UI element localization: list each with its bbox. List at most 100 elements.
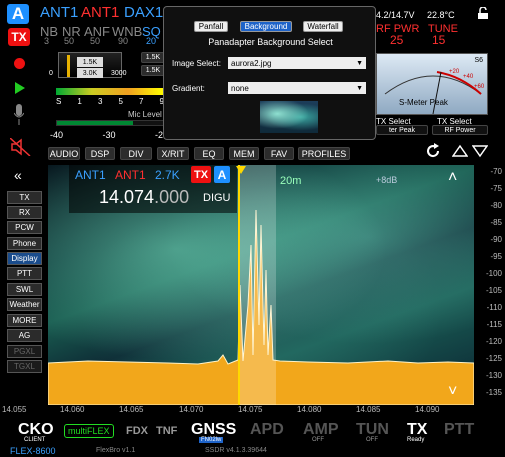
- chevron-down-icon: ▼: [356, 84, 363, 92]
- microphone-icon[interactable]: [13, 104, 25, 126]
- tab-panfall[interactable]: Panfall: [194, 21, 228, 32]
- db-label: -130: [485, 371, 502, 380]
- side-rx[interactable]: RX: [7, 206, 42, 219]
- menu-mem[interactable]: MEM: [229, 147, 259, 160]
- filter-max-label: 3000: [111, 70, 127, 77]
- freq-axis-label: 14.070: [179, 405, 204, 414]
- cko-sub: CLIENT: [24, 437, 46, 443]
- tab-background[interactable]: Background: [240, 21, 292, 32]
- mic-scale-40: -40: [50, 130, 64, 140]
- refresh-icon[interactable]: [425, 143, 441, 159]
- multiflex-badge[interactable]: multiFLEX: [64, 424, 114, 438]
- meter-select-2[interactable]: RF Power: [432, 125, 488, 135]
- side-ptt[interactable]: PTT: [7, 267, 42, 280]
- slice-a-badge[interactable]: A: [7, 4, 29, 24]
- slice-letter-badge[interactable]: A: [214, 166, 230, 183]
- filter-anf-value: 50: [90, 36, 101, 46]
- side-display[interactable]: Display: [7, 252, 42, 265]
- filter-nb[interactable]: NB: [40, 24, 58, 39]
- ant-rx-label[interactable]: ANT1: [40, 4, 78, 21]
- db-label: -120: [485, 337, 502, 346]
- mic-level-bar: [56, 120, 164, 126]
- zoom-label: 20m: [280, 175, 302, 187]
- slice-ant-tx[interactable]: ANT1: [115, 168, 146, 182]
- filter-sq-value: 20: [146, 36, 157, 46]
- menu-audio[interactable]: AUDIO: [48, 147, 80, 160]
- fdx-status[interactable]: FDX: [126, 425, 148, 437]
- temperature-readout: 22.8°C: [427, 10, 455, 20]
- freq-axis-label: 14.060: [60, 405, 85, 414]
- band-up-icon[interactable]: [451, 144, 469, 158]
- side-tx[interactable]: TX: [7, 191, 42, 204]
- tab-waterfall[interactable]: Waterfall: [303, 21, 343, 32]
- side-tgxl[interactable]: TGXL: [7, 360, 42, 373]
- db-label: -100: [485, 269, 502, 278]
- app-version: FlexBro v1.1: [96, 447, 136, 454]
- tnf-status[interactable]: TNF: [156, 425, 177, 437]
- slice-bandwidth[interactable]: 2.7K: [155, 168, 180, 182]
- meter-select-1[interactable]: ter Peak: [376, 125, 428, 135]
- agc-button-2[interactable]: 1.5K: [141, 65, 165, 76]
- play-icon[interactable]: [15, 82, 25, 94]
- slice-frequency[interactable]: 14.074.000: [99, 187, 189, 208]
- db-label: -115: [486, 320, 502, 329]
- gradient-dropdown[interactable]: none ▼: [228, 82, 366, 94]
- db-label: -80: [490, 201, 502, 210]
- side-more[interactable]: MORE: [7, 314, 42, 327]
- rx-filter-passband[interactable]: [240, 165, 276, 405]
- lock-icon[interactable]: [478, 6, 488, 19]
- menu-profiles[interactable]: PROFILES: [298, 147, 350, 160]
- speaker-muted-icon[interactable]: [9, 137, 32, 157]
- band-down-icon[interactable]: [471, 144, 489, 158]
- db-label: -110: [486, 303, 502, 312]
- filter-low-box: 1.5K: [77, 57, 103, 67]
- tx-sub: Ready: [407, 437, 425, 443]
- side-pcw[interactable]: PCW: [7, 221, 42, 234]
- tune-power-value[interactable]: 15: [432, 33, 445, 47]
- side-ag[interactable]: AG: [7, 329, 42, 342]
- image-select-value: aurora2.jpg: [231, 58, 272, 68]
- background-select-dialog: Panfall Background Waterfall Panadapter …: [163, 6, 376, 140]
- filter-wnb-value: 90: [118, 36, 129, 46]
- s-scale-1: 1: [77, 97, 82, 106]
- s-scale-s: S: [56, 97, 62, 106]
- ptt-status[interactable]: PTT: [444, 421, 474, 439]
- s-meter-scale: S 1 3 5 7 9: [56, 97, 164, 107]
- record-icon[interactable]: [14, 58, 25, 69]
- slice-mode[interactable]: DIGU: [203, 192, 231, 204]
- agc-button-1[interactable]: 1.5K: [141, 52, 165, 63]
- menu-div[interactable]: DIV: [120, 147, 152, 160]
- tuning-marker[interactable]: [238, 165, 240, 405]
- dax-label[interactable]: DAX1: [124, 4, 163, 21]
- s-meter-s6: S6: [474, 57, 483, 64]
- image-select-label: Image Select:: [172, 59, 221, 68]
- expand-pan-icon[interactable]: ˅: [448, 383, 457, 401]
- collapse-pan-icon[interactable]: ˄: [448, 169, 457, 187]
- slice-marker-triangle: [236, 166, 246, 174]
- menu-xrit[interactable]: X/RIT: [157, 147, 189, 160]
- tx-badge[interactable]: TX: [8, 28, 30, 46]
- chevron-down-icon: ▼: [356, 59, 363, 67]
- slice-tx-badge[interactable]: TX: [191, 166, 211, 183]
- radio-model: FLEX-8600: [10, 446, 56, 456]
- ant-tx-label[interactable]: ANT1: [81, 4, 119, 21]
- s-meter-p60: +60: [474, 84, 485, 90]
- rf-power-value[interactable]: 25: [390, 33, 403, 47]
- image-select-dropdown[interactable]: aurora2.jpg ▼: [228, 57, 366, 69]
- slice-flag[interactable]: ANT1 ANT1 2.7K TX A 14.074.000 DIGU: [69, 165, 237, 213]
- ssdr-version: SSDR v4.1.3.39644: [205, 447, 267, 454]
- side-swl[interactable]: SWL: [7, 283, 42, 296]
- side-weather[interactable]: Weather: [7, 298, 42, 311]
- freq-axis-label: 14.055: [2, 405, 27, 414]
- filter-min-label: 0: [49, 70, 53, 77]
- menu-dsp[interactable]: DSP: [85, 147, 115, 160]
- collapse-sidebar-icon[interactable]: «: [14, 167, 22, 183]
- apd-status[interactable]: APD: [250, 421, 284, 439]
- menu-eq[interactable]: EQ: [194, 147, 224, 160]
- side-phone[interactable]: Phone: [7, 237, 42, 250]
- slice-ant-rx[interactable]: ANT1: [75, 168, 106, 182]
- menu-fav[interactable]: FAV: [264, 147, 294, 160]
- freq-axis-label: 14.090: [415, 405, 440, 414]
- side-pgxl[interactable]: PGXL: [7, 345, 42, 358]
- db-label: -105: [485, 286, 502, 295]
